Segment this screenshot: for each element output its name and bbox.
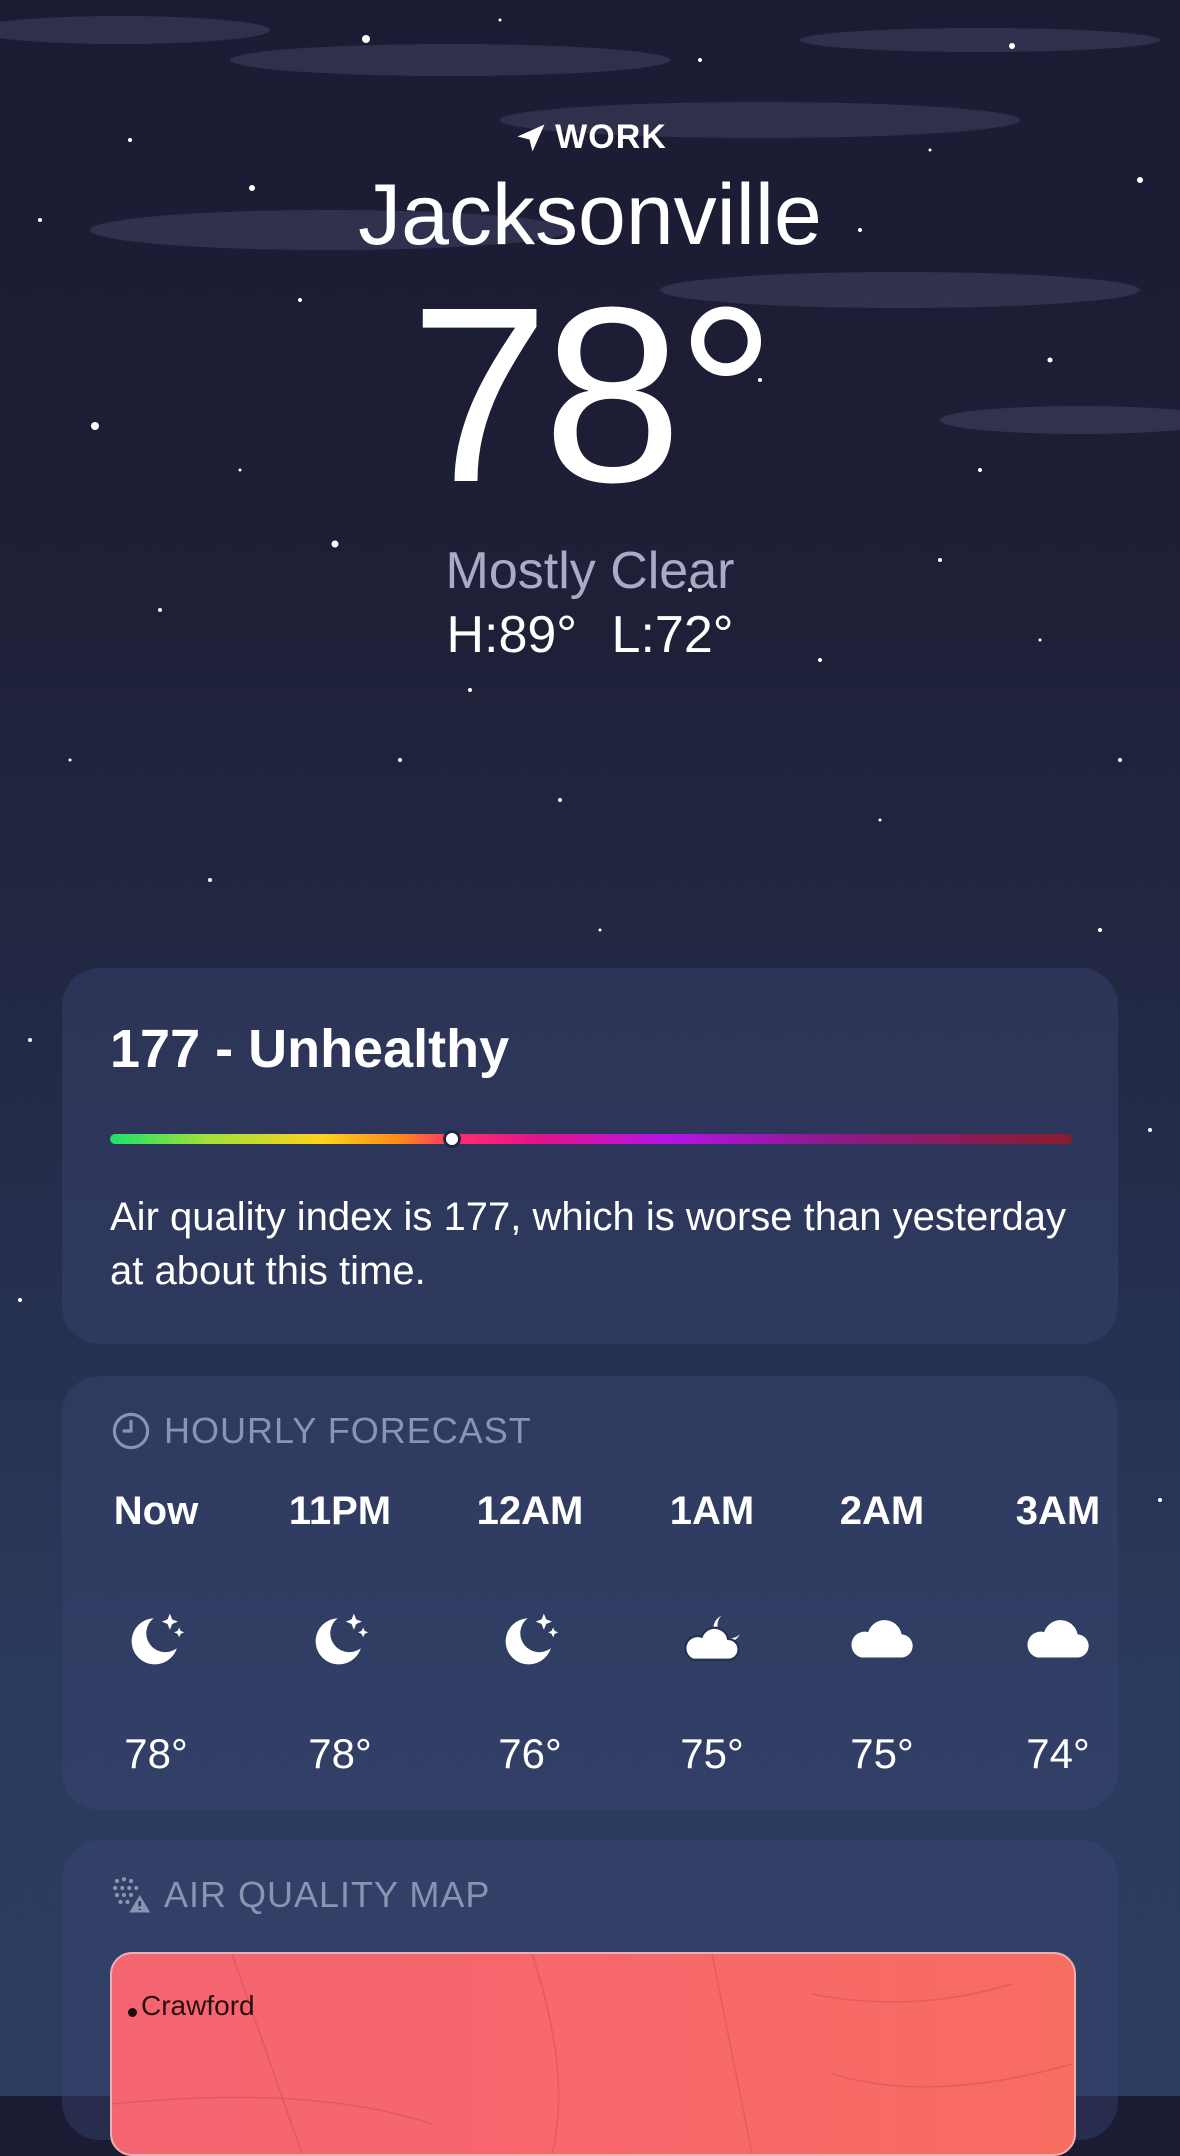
moon-stars-icon [255,1594,425,1684]
hour-label: 1AM [669,1489,755,1533]
air-quality-map-title: AIR QUALITY MAP [164,1874,491,1915]
hour-label: 3AM [1015,1489,1101,1533]
air-quality-map-header: AIR QUALITY MAP [110,1874,490,1916]
air-quality-map[interactable]: Crawford [110,1952,1076,2156]
high-temperature: H:89° [446,606,578,664]
hour-label: Now [113,1489,199,1533]
hourly-item: 12AM 76° [445,1486,615,1778]
hourly-forecast-card[interactable]: HOURLY FORECAST Now 78° 11PM 78° 12AM 76° 1AM 7… [62,1376,1118,1810]
air-quality-map-card[interactable]: AIR QUALITY MAP Crawford [62,1840,1118,2156]
moon-stars-icon [71,1594,241,1684]
hour-label: 11PM [288,1489,392,1533]
current-conditions: WORK Jacksonville 78° Mostly Clear H:89°… [0,118,1180,667]
hourly-item: Now 78° [71,1486,241,1778]
hour-temperature: 78° [308,1730,372,1777]
clock-icon [112,1412,150,1450]
hour-temperature: 74° [1026,1730,1090,1777]
hourly-item: 1AM 75° [627,1486,797,1778]
condition-text: Mostly Clear [445,542,735,600]
hourly-forecast-list: Now 78° 11PM 78° 12AM 76° 1AM 75° 2AM 75° 3AM 74° [62,1486,1118,1786]
hour-temperature: 76° [498,1730,562,1777]
cloud-moon-icon [627,1594,797,1684]
hour-label: 2AM [839,1489,925,1533]
cloud-icon [797,1594,967,1684]
aqi-scale-bar [110,1130,1072,1148]
hour-temperature: 75° [680,1730,744,1777]
air-quality-card[interactable]: 177 - Unhealthy Air quality index is 177… [62,968,1118,1344]
hourly-forecast-header: HOURLY FORECAST [110,1410,532,1452]
cloud-icon [973,1594,1143,1684]
air-quality-map-icon [113,1877,151,1913]
aqi-description: Air quality index is 177, which is worse… [110,1195,1067,1293]
location-arrow-icon [517,124,545,151]
map-place-dot [128,2007,137,2017]
location-tag: WORK [0,118,1180,157]
aqi-indicator [442,1130,461,1148]
hourly-item: 11PM 78° [255,1486,425,1778]
current-temperature: 78° [409,255,776,534]
hour-temperature: 78° [124,1730,188,1777]
location-label: WORK [555,118,667,156]
map-roads [112,1954,1073,2154]
hourly-item: 3AM 74° [973,1486,1143,1778]
hourly-item: 2AM 75° [797,1486,967,1778]
aqi-title: 177 - Unhealthy [110,1019,510,1079]
map-place-crawford: Crawford [128,1990,255,2022]
map-place-label: Crawford [141,1990,255,2021]
moon-stars-icon [445,1594,615,1684]
hour-label: 12AM [476,1489,584,1533]
high-low: H:89° L:72° [0,603,1180,667]
city-name: Jacksonville [358,167,822,263]
hour-temperature: 75° [850,1730,914,1777]
hourly-forecast-title: HOURLY FORECAST [164,1410,532,1451]
low-temperature: L:72° [611,606,734,664]
